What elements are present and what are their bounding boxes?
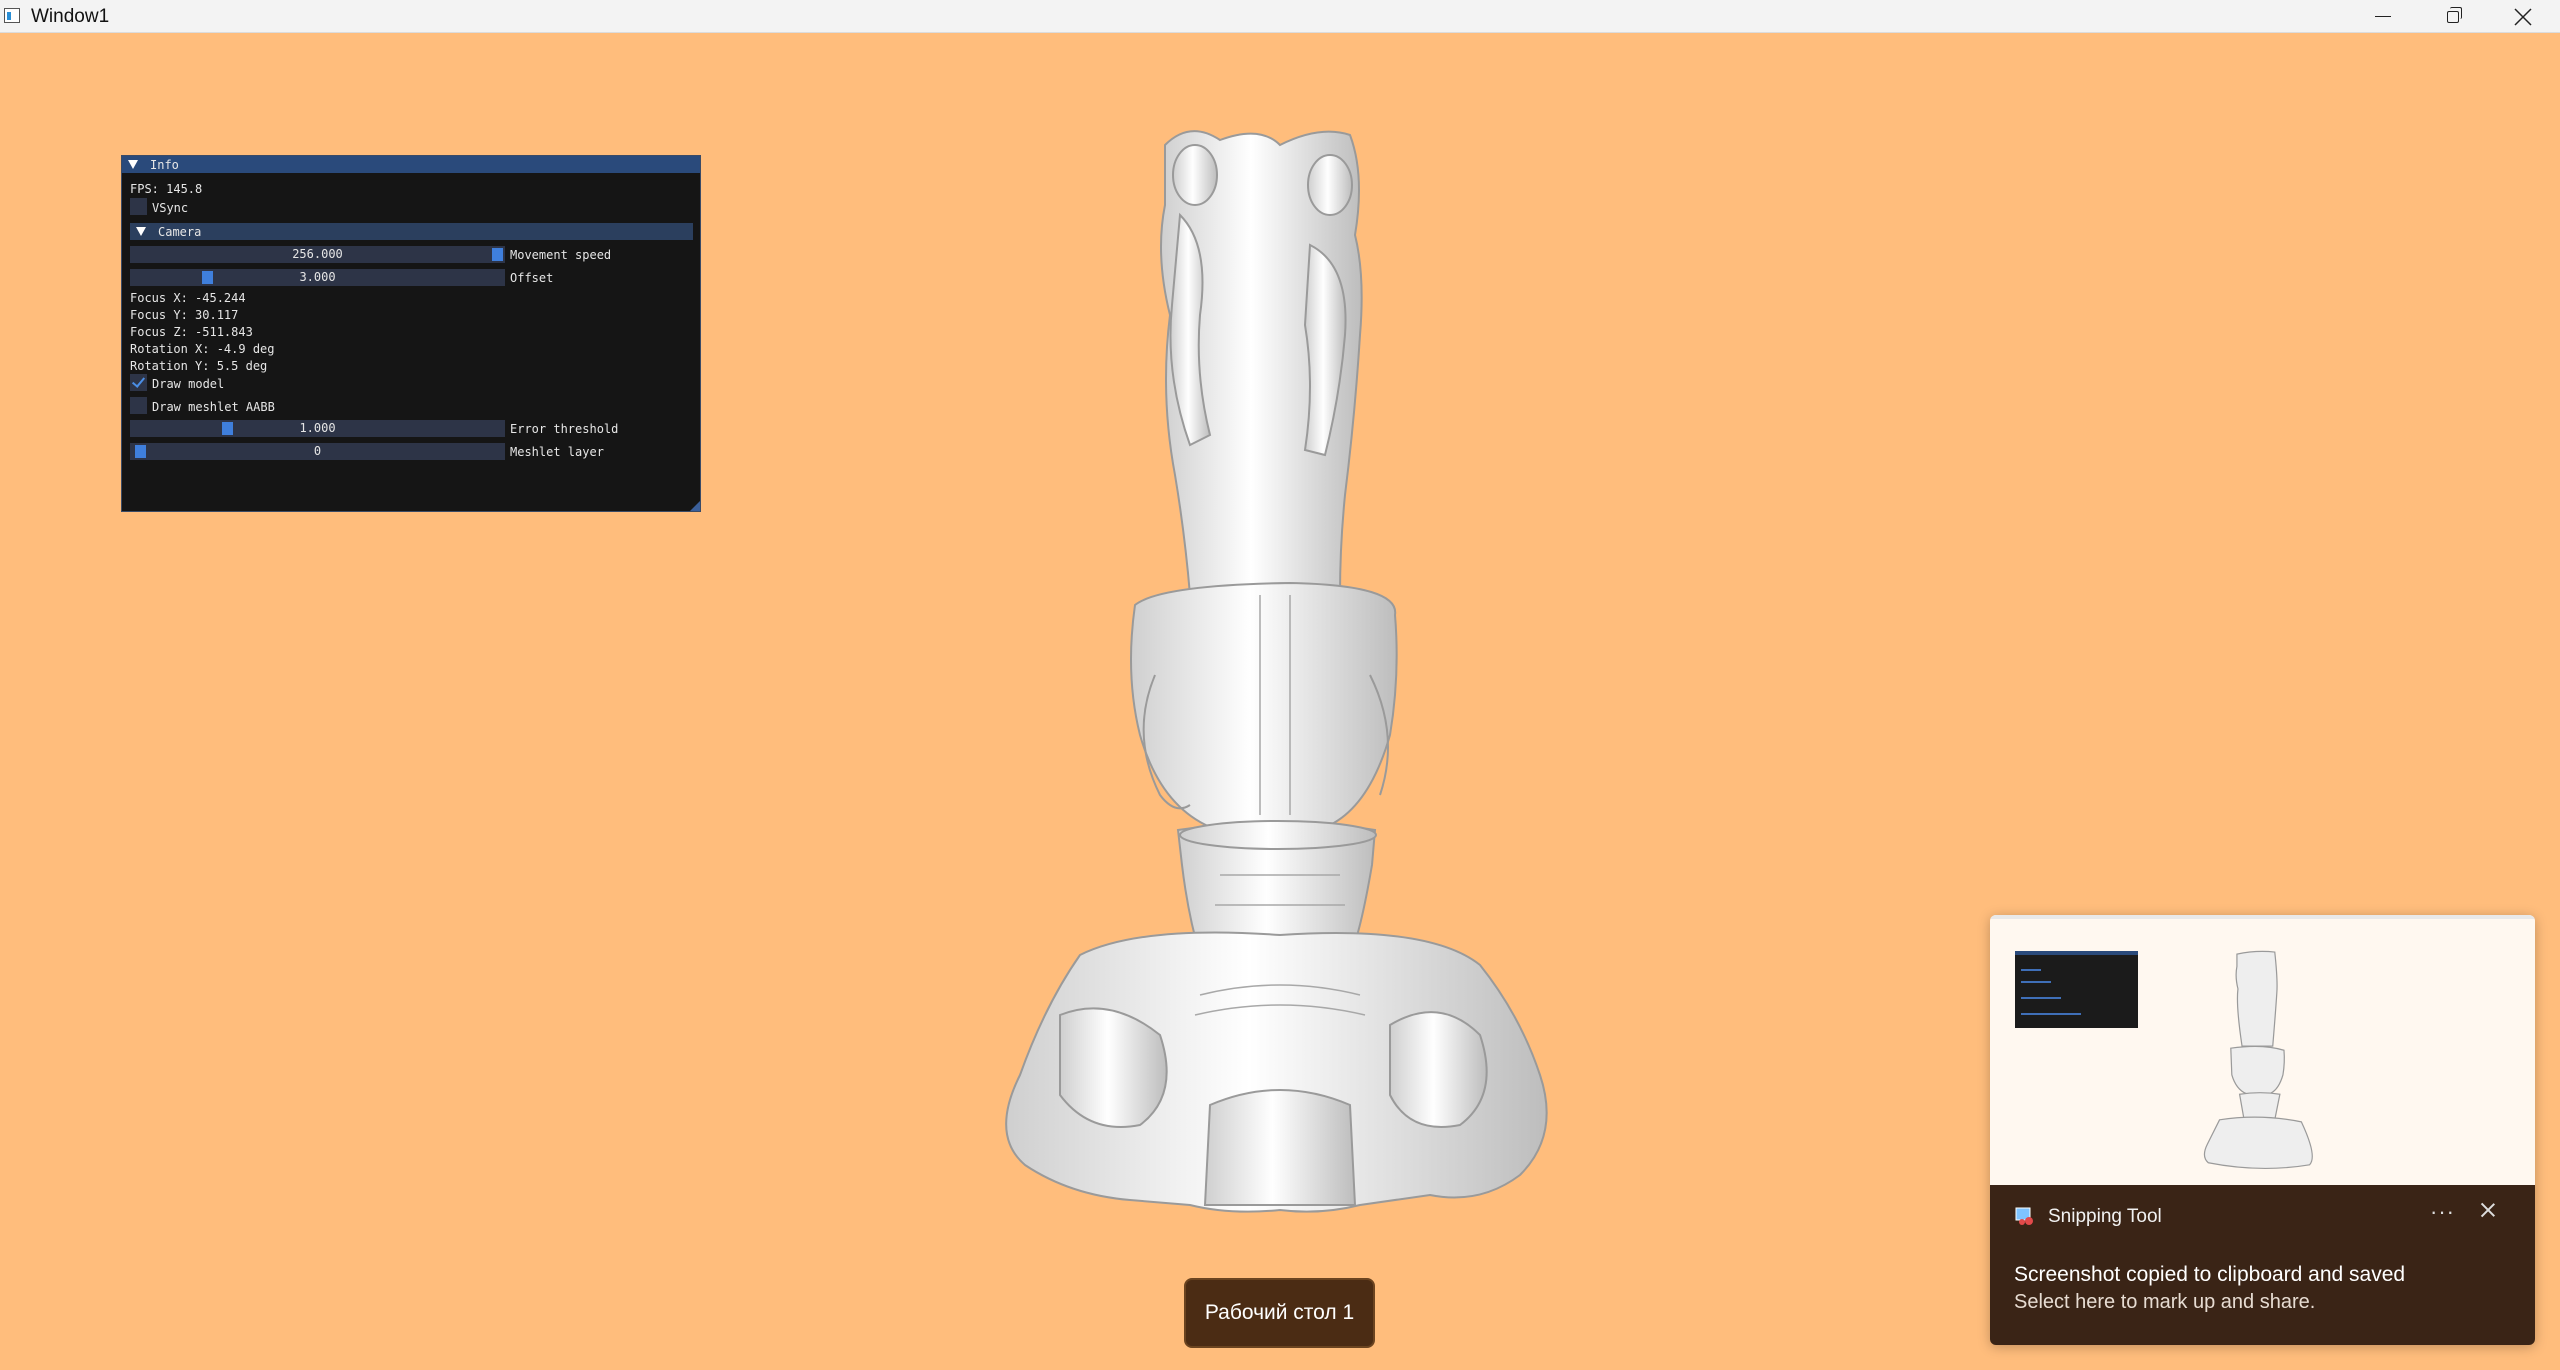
vsync-checkbox[interactable]: [130, 198, 147, 215]
preview-panel-thumbnail: [2015, 951, 2138, 1028]
restore-button[interactable]: [2418, 0, 2488, 33]
close-icon: [2514, 7, 2532, 26]
rotation-y-readout: Rotation Y: 5.5 deg: [130, 359, 268, 373]
info-panel-title: Info: [150, 157, 179, 172]
notification-submessage: Select here to mark up and share.: [2014, 1291, 2316, 1313]
minimize-icon: [2375, 16, 2391, 17]
notification-app-name: Snipping Tool: [2048, 1206, 2162, 1227]
vsync-label: VSync: [152, 201, 189, 215]
minimize-button[interactable]: [2348, 0, 2418, 33]
statue-3d-model: [1005, 130, 1548, 1213]
preview-statue-thumbnail: [2203, 950, 2313, 1170]
focus-x-readout: Focus X: -45.244: [130, 291, 246, 305]
info-panel: Info FPS: 145.8 VSync Camera 256.000 Mov…: [121, 155, 701, 512]
error-threshold-label: Error threshold: [510, 422, 619, 436]
draw-meshlet-aabb-checkbox[interactable]: [130, 397, 147, 414]
collapse-arrow-icon: [128, 160, 138, 169]
resize-grip[interactable]: [690, 501, 700, 511]
window-title: Window1: [31, 6, 110, 27]
meshlet-layer-slider[interactable]: 0: [130, 443, 505, 460]
info-panel-header[interactable]: Info: [122, 156, 700, 173]
draw-model-label: Draw model: [152, 377, 225, 391]
fps-readout: FPS: 145.8: [130, 182, 203, 196]
camera-section-header[interactable]: Camera: [130, 223, 693, 240]
movement-speed-slider[interactable]: 256.000: [130, 246, 505, 263]
error-threshold-value: 1.000: [299, 421, 336, 435]
app-icon: [4, 8, 20, 23]
offset-label: Offset: [510, 271, 554, 285]
meshlet-layer-label: Meshlet layer: [510, 445, 604, 459]
close-button[interactable]: [2488, 0, 2558, 33]
movement-speed-label: Movement speed: [510, 248, 612, 262]
notification-close-icon[interactable]: [2476, 1199, 2500, 1223]
more-options-icon[interactable]: ···: [2430, 1199, 2455, 1225]
title-bar: Window1: [0, 0, 2560, 33]
offset-slider[interactable]: 3.000: [130, 269, 505, 286]
draw-model-checkbox[interactable]: [130, 374, 147, 391]
draw-meshlet-aabb-label: Draw meshlet AABB: [152, 400, 275, 414]
rotation-x-readout: Rotation X: -4.9 deg: [130, 342, 275, 356]
screenshot-preview[interactable]: [1990, 915, 2535, 1185]
snipping-tool-notification[interactable]: Snipping Tool ··· Screenshot copied to c…: [1990, 915, 2535, 1345]
meshlet-layer-value: 0: [313, 444, 322, 458]
snipping-tool-icon: [2015, 1207, 2033, 1225]
restore-icon: [2447, 6, 2462, 23]
focus-y-readout: Focus Y: 30.117: [130, 308, 239, 322]
collapse-arrow-icon: [136, 227, 146, 236]
offset-value: 3.000: [299, 270, 336, 284]
notification-body[interactable]: Snipping Tool ··· Screenshot copied to c…: [1990, 1185, 2535, 1345]
movement-speed-value: 256.000: [292, 247, 343, 261]
notification-message: Screenshot copied to clipboard and saved: [2014, 1263, 2406, 1286]
focus-z-readout: Focus Z: -511.843: [130, 325, 253, 339]
virtual-desktop-indicator: Рабочий стол 1: [1184, 1278, 1375, 1348]
camera-section-title: Camera: [158, 224, 202, 239]
error-threshold-slider[interactable]: 1.000: [130, 420, 505, 437]
